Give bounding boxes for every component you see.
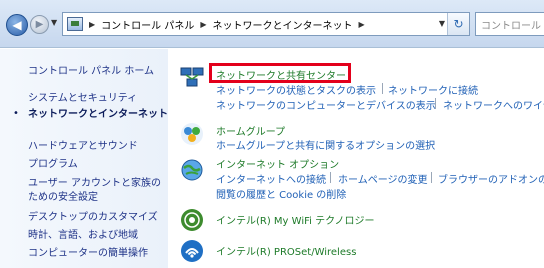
forward-arrow-icon[interactable]: ▶ bbox=[30, 15, 49, 34]
view-network-computers-link[interactable]: ネットワークのコンピューターとデバイスの表示 bbox=[216, 97, 436, 112]
manage-addons-link[interactable]: ブラウザーのアドオンの bbox=[438, 171, 544, 186]
sidebar-item-network-internet: ネットワークとインターネット bbox=[28, 109, 168, 120]
address-field[interactable]: ▶ コントロール パネル ▶ ネットワークとインターネット ▶ ▼ ↻ bbox=[62, 12, 470, 36]
connect-to-network-link[interactable]: ネットワークに接続 bbox=[388, 82, 478, 97]
breadcrumb-control-panel[interactable]: コントロール パネル bbox=[101, 17, 194, 32]
link-separator bbox=[330, 172, 331, 183]
current-item-bullet: • bbox=[13, 108, 19, 119]
sidebar-item-ease-of-access[interactable]: コンピューターの簡単操作 bbox=[28, 247, 148, 260]
main-content: ネットワークと共有センター ネットワークの状態とタスクの表示 ネットワークに接続… bbox=[168, 49, 544, 268]
homegroup-title[interactable]: ホームグループ bbox=[216, 123, 285, 138]
connect-internet-link[interactable]: インターネットへの接続 bbox=[216, 171, 326, 186]
left-navigation-pane: コントロール パネル ホーム システムとセキュリティ • ネットワークとインター… bbox=[0, 49, 168, 268]
internet-options-title[interactable]: インターネット オプション bbox=[216, 156, 339, 171]
view-network-status-link[interactable]: ネットワークの状態とタスクの表示 bbox=[216, 82, 376, 97]
intel-proset-wireless-icon[interactable] bbox=[180, 239, 204, 263]
breadcrumb-separator-icon[interactable]: ▶ bbox=[89, 20, 95, 29]
address-bar: ◀ ▶ ▼ ▶ コントロール パネル ▶ ネットワークとインターネット ▶ ▼ … bbox=[0, 0, 544, 48]
search-input[interactable]: コントロール bbox=[475, 12, 544, 36]
intel-my-wifi-title[interactable]: インテル(R) My WiFi テクノロジー bbox=[216, 212, 374, 227]
sidebar-item-user-accounts-cont[interactable]: ための安全設定 bbox=[28, 191, 98, 204]
add-wireless-device-link[interactable]: ネットワークへのワイヤ bbox=[443, 97, 544, 112]
breadcrumb-separator-icon[interactable]: ▶ bbox=[359, 20, 365, 29]
sidebar-item-control-panel-home[interactable]: コントロール パネル ホーム bbox=[28, 65, 154, 78]
link-separator bbox=[382, 83, 383, 94]
network-sharing-center-icon[interactable] bbox=[180, 65, 204, 89]
sidebar-item-hardware-sound[interactable]: ハードウェアとサウンド bbox=[28, 140, 138, 153]
delete-history-cookies-link[interactable]: 閲覧の履歴と Cookie の削除 bbox=[216, 186, 346, 201]
internet-options-icon[interactable] bbox=[180, 158, 204, 182]
network-sharing-center-title[interactable]: ネットワークと共有センター bbox=[216, 67, 346, 82]
sidebar-item-programs[interactable]: プログラム bbox=[28, 158, 78, 171]
back-arrow-icon[interactable]: ◀ bbox=[6, 14, 28, 36]
homegroup-icon[interactable] bbox=[180, 122, 204, 146]
intel-proset-wireless-title[interactable]: インテル(R) PROSet/Wireless bbox=[216, 243, 356, 258]
sidebar-item-appearance[interactable]: デスクトップのカスタマイズ bbox=[28, 211, 158, 224]
breadcrumb-separator-icon[interactable]: ▶ bbox=[200, 20, 206, 29]
sidebar-item-system-security[interactable]: システムとセキュリティ bbox=[28, 92, 137, 105]
recent-pages-dropdown-icon[interactable]: ▼ bbox=[51, 18, 57, 27]
control-panel-icon bbox=[67, 17, 83, 31]
sidebar-item-clock-language-region[interactable]: 時計、言語、および地域 bbox=[28, 229, 138, 242]
refresh-icon[interactable]: ↻ bbox=[447, 13, 469, 35]
change-homepage-link[interactable]: ホームページの変更 bbox=[338, 171, 428, 186]
link-separator bbox=[435, 98, 436, 109]
breadcrumb-network-internet[interactable]: ネットワークとインターネット bbox=[213, 17, 353, 32]
homegroup-options-link[interactable]: ホームグループと共有に関するオプションの選択 bbox=[216, 137, 435, 152]
intel-my-wifi-icon[interactable] bbox=[180, 208, 204, 232]
address-dropdown-icon[interactable]: ▼ bbox=[439, 19, 445, 28]
link-separator bbox=[431, 172, 432, 183]
sidebar-item-user-accounts[interactable]: ユーザー アカウントと家族の bbox=[28, 177, 161, 190]
